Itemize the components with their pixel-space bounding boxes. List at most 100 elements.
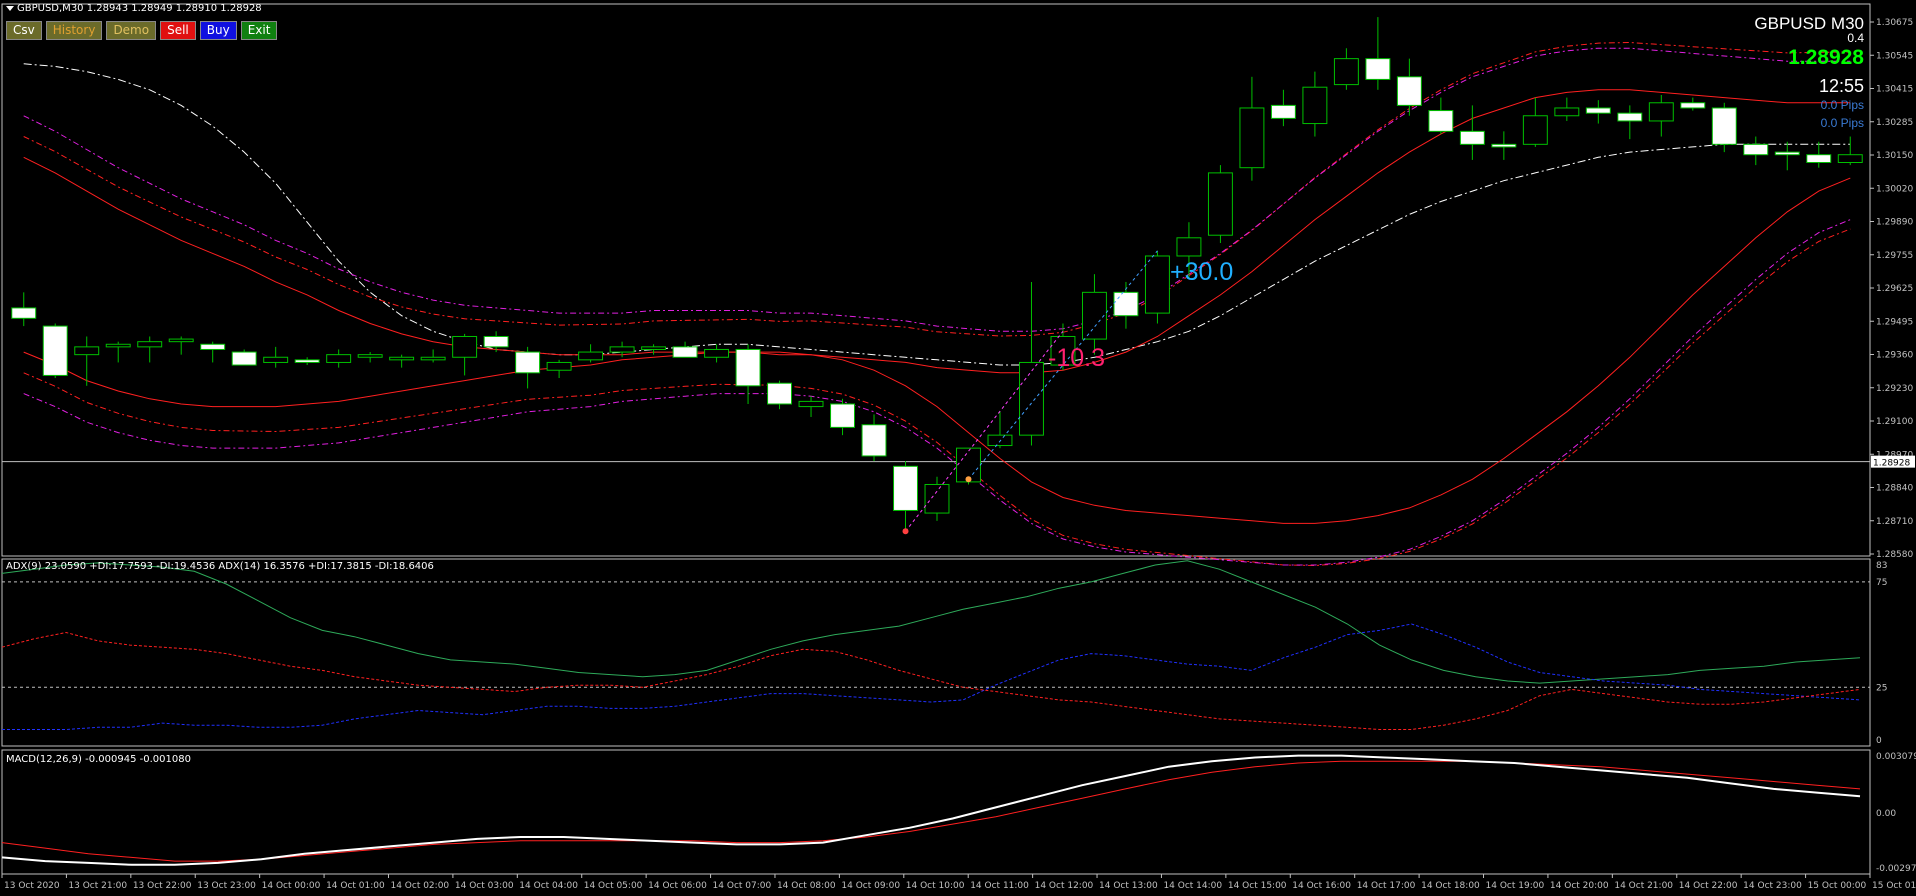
price-axis-label: 1.30415: [1876, 85, 1913, 95]
macd-panel-label: MACD(12,26,9) -0.000945 -0.001080: [6, 754, 191, 765]
time-axis-label: 15 Oct 01:00: [1872, 881, 1916, 891]
bull-candle: [609, 346, 635, 353]
bear-candle: [1806, 154, 1832, 164]
bear-candle: [1680, 102, 1706, 109]
time-axis-label: 14 Oct 03:00: [455, 881, 514, 891]
bull-candle: [987, 434, 1013, 447]
time-axis-label: 14 Oct 21:00: [1614, 881, 1673, 891]
time-axis-label: 14 Oct 02:00: [390, 881, 449, 891]
bull-candle: [1333, 58, 1359, 86]
time-axis-label: 14 Oct 23:00: [1743, 881, 1802, 891]
macd-main-line: [1, 754, 1861, 866]
trade-entry-marker: [902, 528, 909, 535]
price-axis-label: 1.29100: [1876, 417, 1913, 427]
bear-candle: [1396, 76, 1422, 106]
bear-candle: [1711, 107, 1737, 145]
bull-candle: [704, 348, 730, 358]
bull-candle: [326, 354, 352, 363]
macd-axis-label: -0.002974: [1876, 864, 1916, 874]
bear-candle: [1774, 151, 1800, 156]
time-axis-label: 14 Oct 05:00: [584, 881, 643, 891]
trade-profit-label: +30.0: [1170, 258, 1234, 286]
price-axis-label: 1.29625: [1876, 284, 1913, 294]
bull-candle: [1554, 107, 1580, 117]
bull-candle: [357, 354, 383, 358]
bull-candle: [1207, 172, 1233, 236]
chart-canvas[interactable]: 1.30675 1.30545 1.30415 1.30285 1.30150 1.300…: [0, 0, 1916, 896]
buy-button[interactable]: Buy: [199, 21, 237, 40]
time-axis-label: 14 Oct 00:00: [262, 881, 321, 891]
bear-candle: [231, 351, 257, 366]
bull-candle: [1144, 255, 1170, 314]
time-axis-label: 14 Oct 22:00: [1679, 881, 1738, 891]
band-upper-magenta: [23, 47, 1851, 332]
history-button[interactable]: History: [45, 21, 103, 40]
dropdown-triangle-icon[interactable]: [6, 5, 14, 11]
time-axis-label: 14 Oct 09:00: [841, 881, 900, 891]
symbol-header-text: GBPUSD,M30 1.28943 1.28949 1.28910 1.289…: [17, 3, 262, 14]
price-axis-label: 1.30150: [1876, 151, 1913, 161]
bull-candle: [137, 341, 163, 348]
time-axis-label: 14 Oct 04:00: [519, 881, 578, 891]
bear-candle: [1365, 58, 1391, 80]
time-axis-label: 14 Oct 11:00: [970, 881, 1029, 891]
adx-axis-label: 75: [1876, 578, 1887, 588]
bull-candle: [452, 335, 478, 358]
adx-panel-label: ADX(9) 23.0590 +DI:17.7593 -DI:19.4536 A…: [6, 561, 434, 572]
bull-candle: [641, 346, 667, 350]
symbol-header: GBPUSD,M30 1.28943 1.28949 1.28910 1.289…: [6, 3, 262, 14]
bull-candle: [1081, 291, 1107, 340]
time-axis-label: 13 Oct 21:00: [68, 881, 127, 891]
price-axis-label: 1.30020: [1876, 184, 1913, 194]
bear-candle: [200, 343, 226, 350]
price-axis-label: 1.29230: [1876, 384, 1913, 394]
bull-candle: [105, 343, 131, 348]
time-axis-label: 14 Oct 10:00: [906, 881, 965, 891]
trade-entry-marker: [965, 476, 972, 483]
time-axis-label: 14 Oct 18:00: [1421, 881, 1480, 891]
band-lower-red-solid: [23, 177, 1851, 524]
adx-main-line: [1, 560, 1861, 684]
bear-candle: [1743, 143, 1769, 156]
bear-candle: [1585, 107, 1611, 114]
bear-candle: [830, 403, 855, 428]
price-axis-label: 1.29890: [1876, 218, 1913, 228]
adx-axis-label: 83: [1876, 561, 1887, 571]
bull-candle: [1837, 154, 1863, 164]
macd-axis-label: 0.00: [1876, 809, 1896, 819]
sell-button[interactable]: Sell: [160, 21, 196, 40]
bull-candle: [263, 356, 289, 363]
bull-candle: [1019, 361, 1044, 436]
bear-candle: [861, 424, 887, 457]
price-axis-label: 1.28840: [1876, 484, 1913, 494]
bear-candle: [1113, 291, 1139, 317]
adx-axis-label: 25: [1876, 683, 1887, 693]
bear-candle: [735, 348, 761, 387]
time-axis-label: 14 Oct 20:00: [1550, 881, 1609, 891]
exit-button[interactable]: Exit: [240, 21, 278, 40]
time-axis-label: 14 Oct 19:00: [1486, 881, 1545, 891]
band-upper-red-dashdot: [23, 41, 1851, 337]
time-axis-label: 15 Oct 00:00: [1808, 881, 1867, 891]
price-axis-label: 1.30285: [1876, 118, 1913, 128]
bear-candle: [42, 325, 68, 376]
adx-axis-label: 0: [1876, 736, 1882, 746]
time-axis-label: 14 Oct 16:00: [1292, 881, 1351, 891]
time-axis-label: 14 Oct 14:00: [1163, 881, 1222, 891]
time-axis-label: 14 Oct 08:00: [777, 881, 836, 891]
macd-axis-label: 0.003079: [1876, 752, 1916, 762]
csv-button[interactable]: Csv: [6, 21, 42, 40]
bear-candle: [1428, 110, 1454, 132]
macd-signal-line: [1, 760, 1861, 862]
bull-candle: [74, 346, 100, 356]
main-panel-frame: [1, 3, 1871, 557]
time-axis-label: 14 Oct 12:00: [1035, 881, 1094, 891]
trade-loss-label: -10.3: [1048, 344, 1105, 372]
bull-candle: [1522, 115, 1548, 145]
price-axis-label: 1.30675: [1876, 18, 1913, 28]
bear-candle: [515, 351, 541, 374]
bear-candle: [893, 465, 918, 511]
bull-candle: [168, 338, 194, 343]
time-axis-label: 14 Oct 17:00: [1357, 881, 1416, 891]
demo-button[interactable]: Demo: [106, 21, 157, 40]
